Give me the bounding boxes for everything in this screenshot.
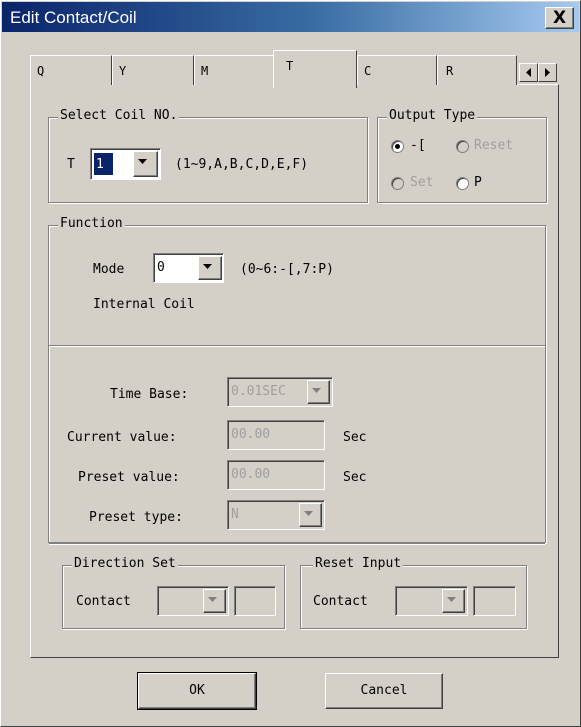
coil-number-dropdown-button[interactable] (133, 151, 158, 177)
preset-type-value: N (231, 507, 239, 522)
window-title: Edit Contact/Coil (10, 8, 137, 27)
output-type-group (377, 117, 547, 203)
mode-value: 0 (157, 260, 165, 275)
tab-scroll-left-button[interactable] (519, 63, 538, 82)
close-icon: X (552, 8, 567, 28)
reset-contact-select[interactable] (395, 586, 468, 616)
direction-contact-number-field[interactable] (234, 586, 276, 616)
time-base-label: Time Base: (110, 387, 189, 402)
select-coil-legend: Select Coil NO. (58, 108, 180, 123)
tab-label: Q (37, 64, 45, 78)
time-base-select[interactable]: 0.01SEC (227, 377, 333, 407)
direction-contact-select[interactable] (157, 586, 229, 616)
tab-label: C (364, 64, 372, 78)
tab-t[interactable]: T (273, 50, 357, 88)
radio-dot-icon (395, 144, 400, 149)
tab-scroll-right-button[interactable] (538, 63, 557, 82)
tab-y[interactable]: Y (112, 55, 194, 85)
current-value-text: 00.00 (231, 427, 271, 442)
timer-divider (49, 543, 545, 545)
cancel-button[interactable]: Cancel (325, 673, 443, 709)
arrow-left-icon (526, 68, 531, 77)
chevron-down-icon (203, 264, 212, 269)
current-value-field[interactable]: 00.00 (227, 420, 325, 450)
coil-number-value: 1 (96, 157, 104, 172)
reset-input-legend: Reset Input (313, 556, 404, 571)
coil-number-select[interactable]: 1 (90, 148, 161, 180)
title-bar[interactable]: Edit Contact/Coil (2, 2, 579, 32)
chevron-down-icon (312, 388, 321, 393)
reset-contact-dropdown-button[interactable] (442, 589, 465, 613)
direction-set-legend: Direction Set (72, 556, 178, 571)
output-reset-label: Reset (474, 138, 514, 153)
chevron-down-icon (208, 597, 217, 602)
output-reset-radio[interactable] (456, 140, 469, 153)
chevron-down-icon (304, 511, 313, 516)
mode-select[interactable]: 0 (153, 253, 224, 283)
mode-hint: (0~6:-[,7:P) (240, 262, 334, 277)
preset-value-unit: Sec (343, 470, 367, 485)
reset-contact-number-field[interactable] (473, 586, 516, 616)
output-set-radio[interactable] (391, 177, 404, 190)
output-p-radio[interactable] (456, 177, 469, 190)
tab-c[interactable]: C (357, 55, 437, 85)
tab-label: T (286, 59, 294, 73)
function-legend: Function (58, 216, 125, 231)
chevron-down-icon (138, 159, 147, 164)
close-button[interactable]: X (545, 7, 574, 29)
output-normal-radio[interactable] (391, 140, 404, 153)
direction-contact-label: Contact (76, 594, 131, 609)
chevron-down-icon (447, 597, 456, 602)
preset-type-dropdown-button[interactable] (299, 503, 322, 527)
reset-contact-label: Contact (313, 594, 368, 609)
arrow-right-icon (545, 68, 550, 77)
preset-value-text: 00.00 (231, 467, 271, 482)
tab-label: Y (119, 64, 127, 78)
preset-type-label: Preset type: (89, 510, 183, 525)
direction-contact-dropdown-button[interactable] (203, 589, 226, 613)
coil-number-hint: (1~9,A,B,C,D,E,F) (175, 157, 309, 172)
mode-label: Mode (93, 262, 125, 277)
ok-button[interactable]: OK (137, 672, 257, 710)
tab-label: R (446, 64, 454, 78)
tab-q[interactable]: Q (30, 55, 112, 85)
time-base-value: 0.01SEC (231, 384, 286, 399)
current-value-label: Current value: (67, 430, 177, 445)
preset-value-field[interactable]: 00.00 (227, 460, 325, 490)
preset-value-label: Preset value: (78, 470, 180, 485)
coil-prefix-label: T (67, 157, 75, 172)
time-base-dropdown-button[interactable] (307, 380, 330, 404)
current-value-unit: Sec (343, 430, 367, 445)
output-type-legend: Output Type (387, 108, 478, 123)
function-divider (49, 345, 545, 347)
tab-label: M (201, 64, 209, 78)
function-description: Internal Coil (93, 297, 195, 312)
output-normal-label: -[ (410, 138, 426, 153)
tab-r[interactable]: R (437, 55, 517, 85)
tab-m[interactable]: M (194, 55, 274, 85)
output-p-label: P (474, 175, 482, 190)
preset-type-select[interactable]: N (227, 500, 325, 530)
mode-dropdown-button[interactable] (198, 256, 222, 280)
output-set-label: Set (410, 175, 434, 190)
